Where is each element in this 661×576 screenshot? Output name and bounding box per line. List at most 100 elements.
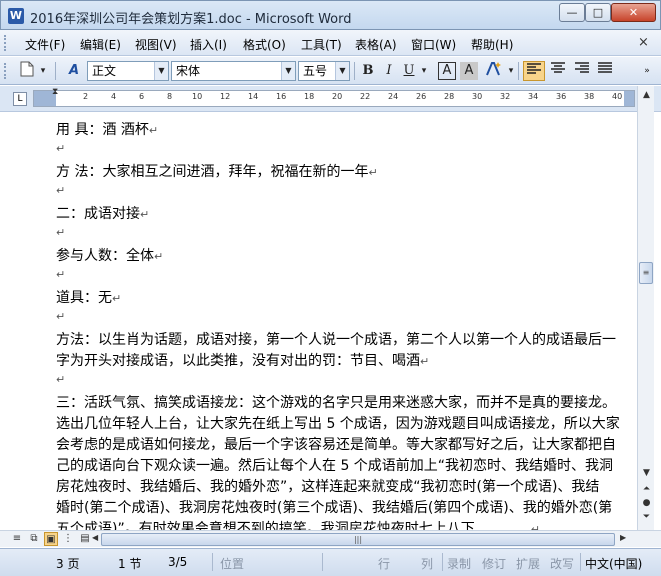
doc-line: ↵ <box>56 140 65 156</box>
menu-bar: 文件(F) 编辑(E) 视图(V) 插入(I) 格式(O) 工具(T) 表格(A… <box>0 30 661 56</box>
status-overtype[interactable]: 改写 <box>550 555 574 572</box>
ruler-tick: 14 <box>248 92 259 101</box>
menu-insert[interactable]: 插入(I) <box>190 36 227 53</box>
doc-line: 房花烛夜时、我结婚后、我的婚外恋”，这样连起来就变成“我初恋时(第一个成语)、我… <box>56 479 600 495</box>
ruler-tick: 16 <box>276 92 287 101</box>
doc-line: ↵ <box>56 182 65 198</box>
ruler-tick: 10 <box>192 92 203 101</box>
doc-line: 道具：无↵ <box>56 290 122 306</box>
char-shading-button[interactable]: A <box>460 62 478 80</box>
menu-window[interactable]: 窗口(W) <box>411 36 456 53</box>
bold-button[interactable]: B <box>359 61 377 81</box>
paragraph-mark: ↵ <box>368 166 378 179</box>
menu-format[interactable]: 格式(O) <box>243 36 286 53</box>
status-extend[interactable]: 扩展 <box>516 555 540 572</box>
paragraph-mark: ↵ <box>56 226 66 239</box>
underline-dropdown-icon[interactable]: ▾ <box>419 61 429 81</box>
paragraph-mark: ↵ <box>56 310 66 323</box>
status-separator <box>580 553 581 571</box>
menu-tools[interactable]: 工具(T) <box>301 36 342 53</box>
maximize-button[interactable]: □ <box>585 3 611 22</box>
status-separator <box>322 553 323 571</box>
word-app-icon[interactable]: W <box>8 8 24 24</box>
ruler-tick: 28 <box>444 92 455 101</box>
previous-page-icon[interactable]: ⏶ <box>639 484 654 494</box>
scroll-left-icon[interactable]: ◀ <box>92 533 98 542</box>
toolbar-grip[interactable] <box>4 63 7 79</box>
close-document-icon[interactable]: × <box>638 35 649 50</box>
paragraph-mark: ↵ <box>56 142 66 155</box>
web-layout-view-icon[interactable]: ⧉ <box>27 532 41 546</box>
menu-help[interactable]: 帮助(H) <box>471 36 513 53</box>
minimize-button[interactable]: — <box>559 3 585 22</box>
style-combo[interactable]: 正文 ▼ <box>87 61 169 81</box>
status-position: 位置 <box>220 557 245 571</box>
horizontal-scroll-thumb[interactable]: ||| <box>101 533 615 546</box>
ruler-bar: L ⧗ 2 4 6 8 10 12 14 16 18 20 22 24 26 2… <box>0 86 661 112</box>
status-line: 行 <box>378 557 391 571</box>
scroll-up-icon[interactable]: ▲ <box>639 90 654 100</box>
underline-button[interactable]: U <box>401 61 417 81</box>
paragraph-mark: ↵ <box>148 124 159 137</box>
document-area[interactable]: 用 具：酒 酒杯↵ ↵ 方 法：大家相互之间进酒，拜年，祝福在新的一年↵ ↵ 二… <box>0 113 637 530</box>
font-size-combo[interactable]: 五号 ▼ <box>298 61 350 81</box>
ruler-tick: 12 <box>220 92 231 101</box>
scroll-right-icon[interactable]: ▶ <box>620 533 626 542</box>
select-browse-object-icon[interactable]: ● <box>639 498 654 508</box>
style-value: 正文 <box>92 64 117 78</box>
text-effects-icon[interactable] <box>484 61 504 81</box>
menu-table[interactable]: 表格(A) <box>355 36 397 53</box>
align-center-button[interactable] <box>547 61 569 81</box>
align-left-button[interactable] <box>523 61 545 81</box>
justify-button[interactable] <box>594 61 616 81</box>
align-right-button[interactable] <box>571 61 593 81</box>
new-document-icon[interactable] <box>18 61 36 81</box>
char-border-button[interactable]: A <box>438 62 456 80</box>
ruler-tick: 26 <box>416 92 427 101</box>
paragraph-mark: ↵ <box>56 373 66 386</box>
menu-edit[interactable]: 编辑(E) <box>80 36 121 53</box>
vertical-scrollbar[interactable]: ▲ ≡ ▼ ⏶ ● ⏷ <box>637 86 654 530</box>
font-combo[interactable]: 宋体 ▼ <box>171 61 296 81</box>
text-effects-dropdown-icon[interactable]: ▾ <box>506 61 516 81</box>
tab-selector[interactable]: L <box>13 92 27 106</box>
scroll-down-icon[interactable]: ▼ <box>639 468 654 478</box>
doc-line: 二：成语对接↵ <box>56 206 150 222</box>
horizontal-ruler[interactable]: ⧗ 2 4 6 8 10 12 14 16 18 20 22 24 26 28 … <box>33 87 635 107</box>
horizontal-scrollbar[interactable]: ≡ ⧉ ▣ ⋮ ▤ ◀ ||| ▶ <box>0 530 661 547</box>
chevron-down-icon[interactable]: ▼ <box>281 62 295 80</box>
status-revise[interactable]: 修订 <box>482 555 506 572</box>
vertical-scroll-thumb[interactable]: ≡ <box>639 262 653 284</box>
next-page-icon[interactable]: ⏷ <box>639 512 654 522</box>
close-button[interactable]: ✕ <box>611 3 656 22</box>
normal-view-icon[interactable]: ≡ <box>10 532 24 546</box>
toolbar-options-icon[interactable]: » <box>640 61 654 81</box>
ruler-tick: 20 <box>332 92 343 101</box>
doc-line: 参与人数：全体↵ <box>56 248 164 264</box>
reading-view-icon[interactable]: ▤ <box>78 532 92 546</box>
status-record[interactable]: 录制 <box>447 555 471 572</box>
ruler-tick: 30 <box>472 92 483 101</box>
doc-line: 选出几位年轻人上台，让大家先在纸上写出 5 个成语，因为游戏题目叫成语接龙，所以… <box>56 416 620 432</box>
menu-file[interactable]: 文件(F) <box>25 36 65 53</box>
doc-line: 三：活跃气氛、搞笑成语接龙：这个游戏的名字只是用来迷惑大家，而并不是真的要接龙。 <box>56 395 616 411</box>
italic-button[interactable]: I <box>380 61 398 81</box>
ruler-tick: 8 <box>167 92 173 101</box>
styles-pane-icon[interactable]: A <box>64 61 84 81</box>
print-layout-view-icon[interactable]: ▣ <box>44 532 58 546</box>
first-line-indent-icon[interactable]: ⧗ <box>52 87 58 97</box>
doc-line: 方法：以生肖为话题，成语对接，第一个人说一个成语，第二个人以第一个人的成语最后一 <box>56 332 616 348</box>
doc-line: 字为开头对接成语，以此类推，没有对出的罚：节目、喝酒↵ <box>56 353 430 369</box>
menu-view[interactable]: 视图(V) <box>135 36 177 53</box>
doc-line: ↵ <box>56 371 65 387</box>
chevron-down-icon[interactable]: ▼ <box>154 62 168 80</box>
new-dropdown-icon[interactable]: ▾ <box>38 61 48 81</box>
ruler-tick: 24 <box>388 92 399 101</box>
doc-line: 己的成语向台下观众读一遍。然后让每个人在 5 个成语前加上“我初恋时、我结婚时、… <box>56 458 614 474</box>
ruler-tick: 38 <box>584 92 595 101</box>
outline-view-icon[interactable]: ⋮ <box>61 532 75 546</box>
right-margin-area <box>624 91 634 106</box>
ruler-tick: 34 <box>528 92 539 101</box>
menubar-grip[interactable] <box>4 35 7 51</box>
chevron-down-icon[interactable]: ▼ <box>335 62 349 80</box>
